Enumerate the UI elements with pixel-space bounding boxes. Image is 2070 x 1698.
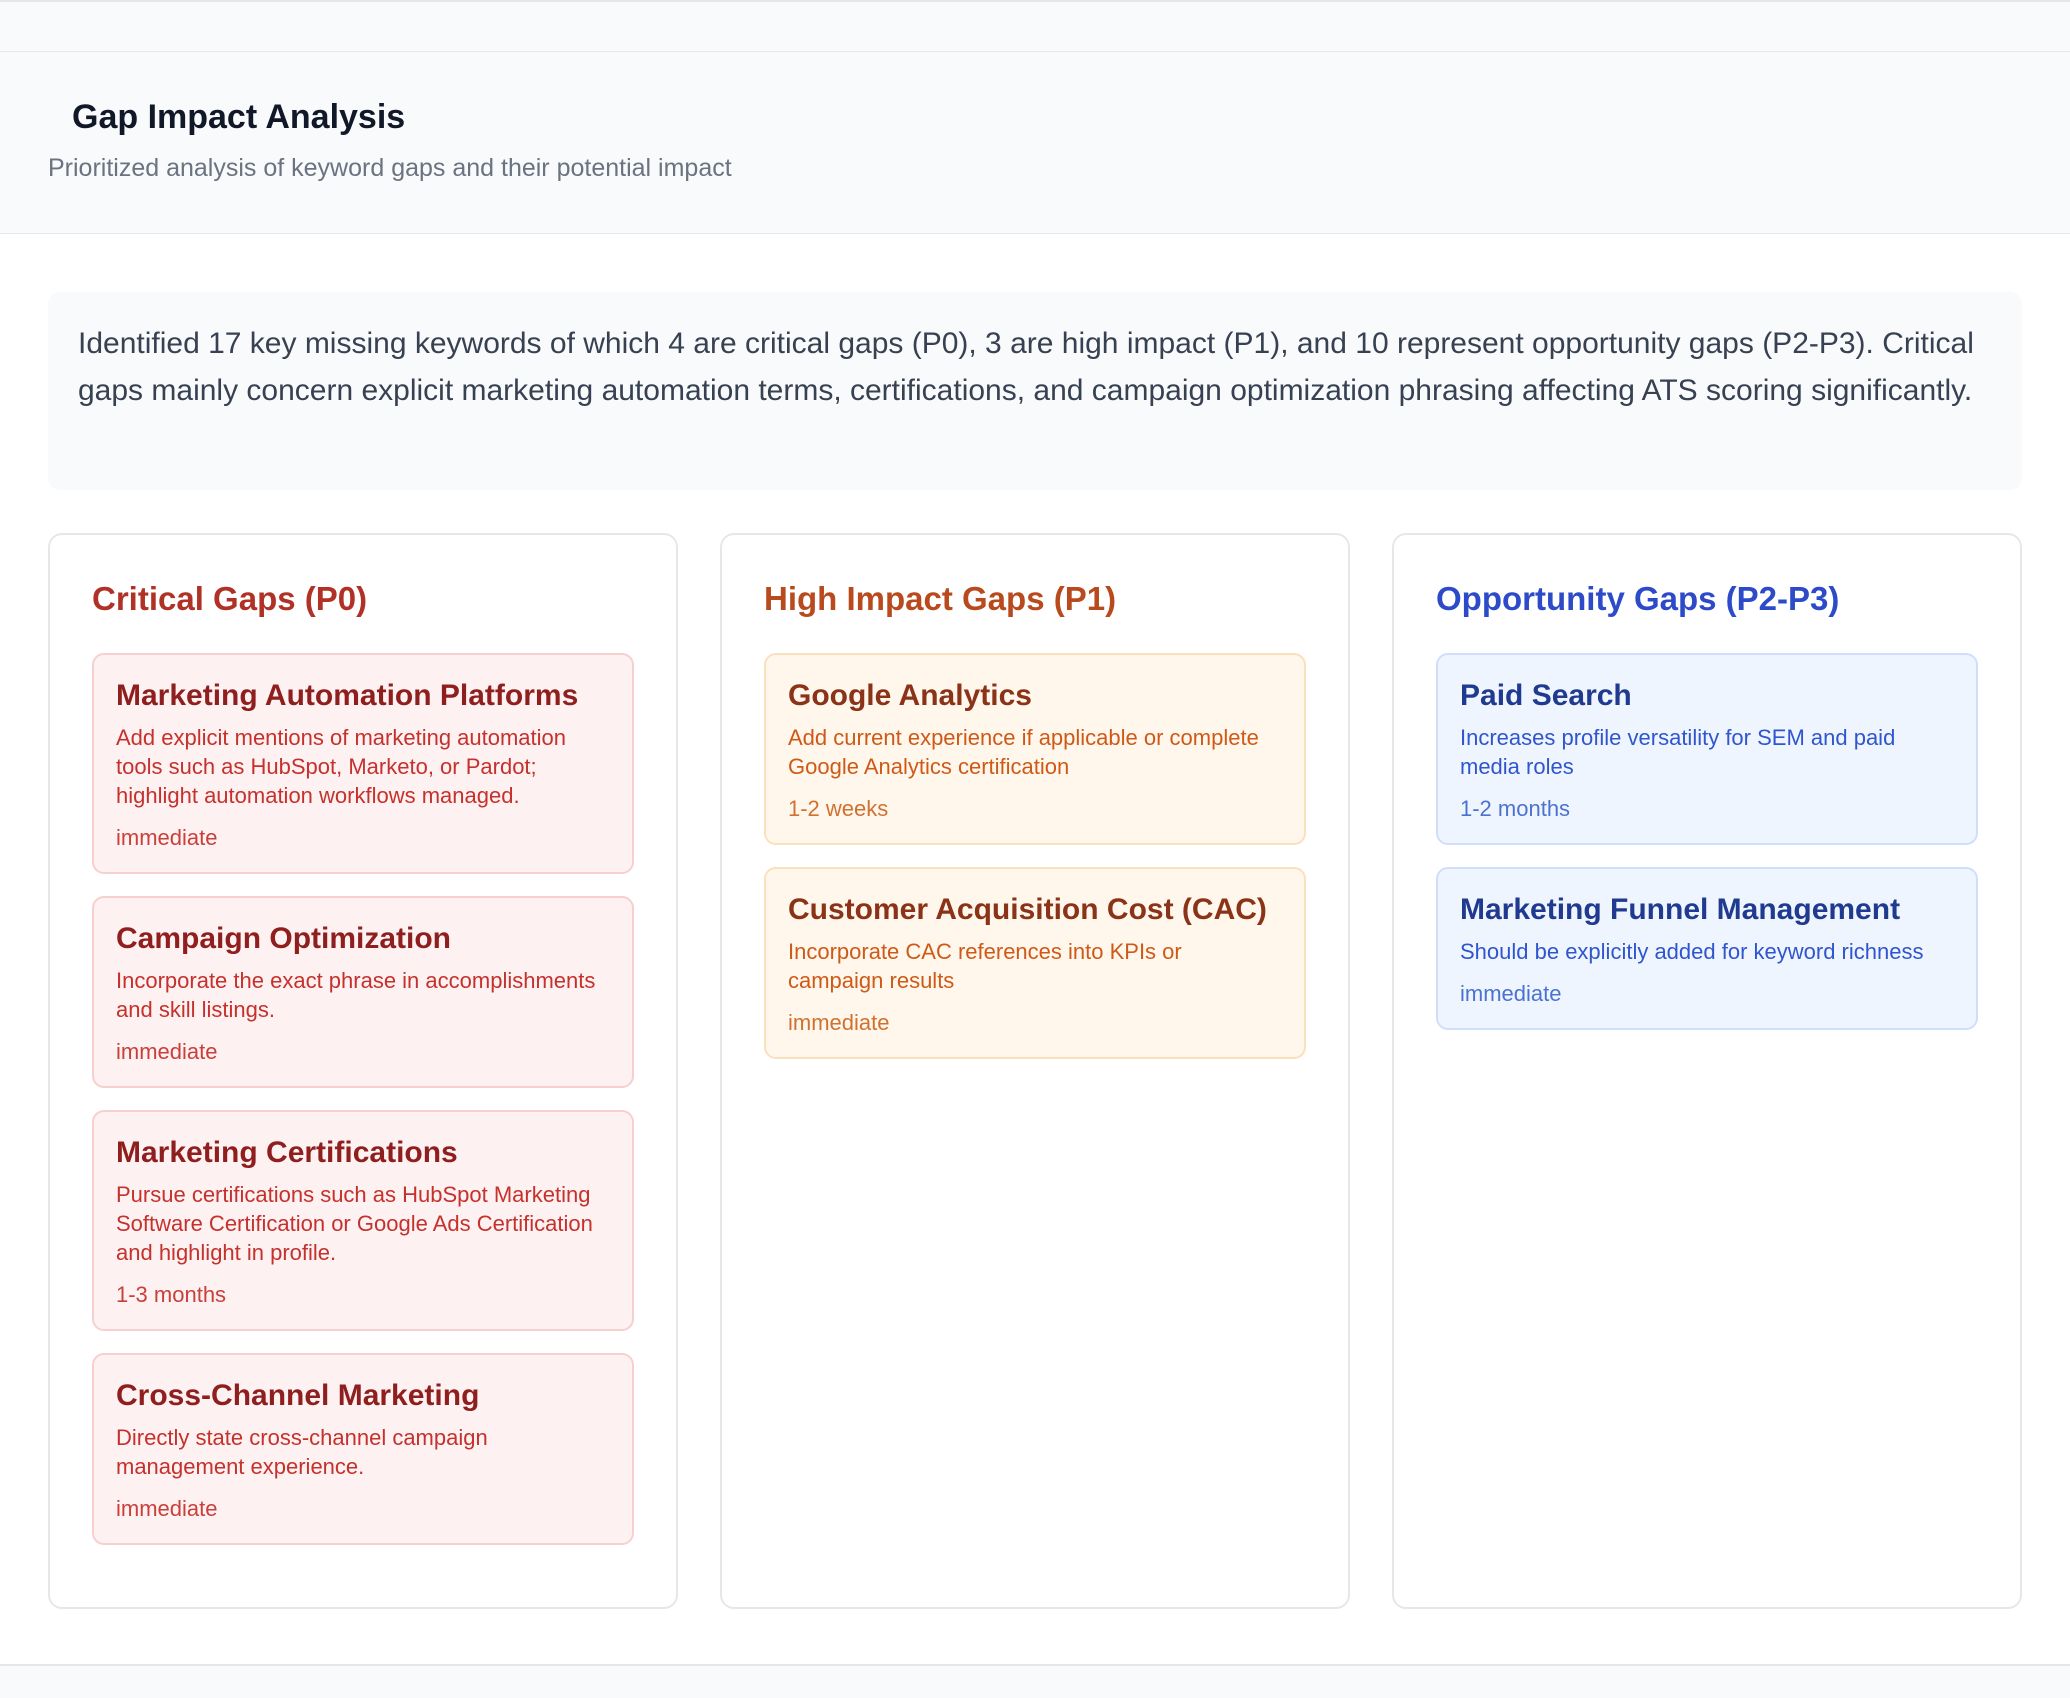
gap-card-customer-acquisition-cost[interactable]: Customer Acquisition Cost (CAC) Incorpor… (764, 867, 1306, 1059)
gap-card-title: Paid Search (1460, 679, 1632, 712)
gap-card-campaign-optimization[interactable]: Campaign Optimization Incorporate the ex… (92, 896, 634, 1088)
gap-card-description: Increases profile versatility for SEM an… (1460, 725, 1896, 779)
gap-card-timeframe: immediate (1460, 981, 1562, 1006)
summary-text: Identified 17 key missing keywords of wh… (48, 292, 2022, 490)
gap-card-description: Add explicit mentions of marketing autom… (116, 725, 567, 808)
opportunity-gaps-title: Opportunity Gaps (P2-P3) (1436, 580, 1840, 617)
gap-card-description: Incorporate the exact phrase in accompli… (116, 968, 596, 1022)
high-impact-gaps-column: High Impact Gaps (P1) Google Analytics A… (720, 533, 1350, 1609)
top-bar (0, 0, 2070, 52)
gap-card-description: Add current experience if applicable or … (788, 725, 1259, 779)
gap-card-timeframe: immediate (116, 825, 218, 850)
gap-card-description: Pursue certifications such as HubSpot Ma… (116, 1182, 593, 1265)
high-impact-gaps-title: High Impact Gaps (P1) (764, 580, 1117, 617)
gap-card-title: Cross-Channel Marketing (116, 1379, 480, 1412)
gap-card-marketing-automation-platforms[interactable]: Marketing Automation Platforms Add expli… (92, 653, 634, 874)
page-title: Gap Impact Analysis (72, 98, 406, 136)
gap-card-marketing-certifications[interactable]: Marketing Certifications Pursue certific… (92, 1110, 634, 1331)
gap-card-title: Marketing Funnel Management (1460, 893, 1901, 926)
gap-card-title: Google Analytics (788, 679, 1032, 712)
bottom-bar (0, 1664, 2070, 1698)
page-subtitle: Prioritized analysis of keyword gaps and… (48, 154, 732, 182)
gap-card-title: Customer Acquisition Cost (CAC) (788, 893, 1267, 926)
gap-card-timeframe: 1-3 months (116, 1282, 227, 1307)
gap-card-description: Incorporate CAC references into KPIs or … (788, 939, 1182, 993)
critical-gaps-column: Critical Gaps (P0) Marketing Automation … (48, 533, 678, 1609)
gap-card-cross-channel-marketing[interactable]: Cross-Channel Marketing Directly state c… (92, 1353, 634, 1545)
page-header: Gap Impact Analysis Prioritized analysis… (0, 52, 2070, 234)
gap-card-description: Directly state cross-channel campaign ma… (116, 1425, 488, 1479)
opportunity-gaps-column: Opportunity Gaps (P2-P3) Paid Search Inc… (1392, 533, 2022, 1609)
gap-card-timeframe: immediate (116, 1496, 218, 1521)
gap-card-paid-search[interactable]: Paid Search Increases profile versatilit… (1436, 653, 1978, 845)
gap-card-timeframe: immediate (116, 1039, 218, 1064)
gap-card-title: Marketing Automation Platforms (116, 679, 579, 712)
gap-card-marketing-funnel-management[interactable]: Marketing Funnel Management Should be ex… (1436, 867, 1978, 1030)
critical-gaps-title: Critical Gaps (P0) (92, 580, 368, 617)
gap-card-timeframe: immediate (788, 1010, 890, 1035)
gap-card-title: Marketing Certifications (116, 1136, 458, 1169)
gap-card-timeframe: 1-2 weeks (788, 796, 889, 821)
gap-card-timeframe: 1-2 months (1460, 796, 1571, 821)
gap-card-title: Campaign Optimization (116, 922, 452, 955)
gap-card-google-analytics[interactable]: Google Analytics Add current experience … (764, 653, 1306, 845)
gap-card-description: Should be explicitly added for keyword r… (1460, 939, 1924, 964)
